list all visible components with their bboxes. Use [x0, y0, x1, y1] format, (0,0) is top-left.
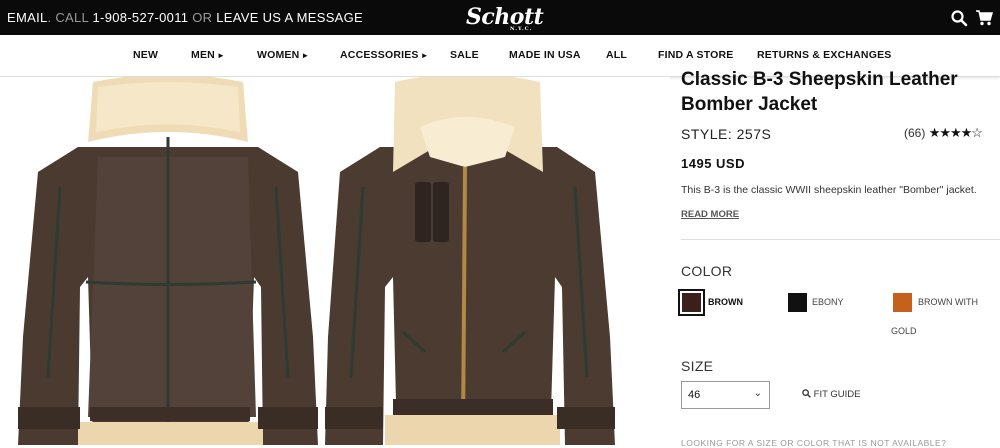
nav-item-sale[interactable]: SALE: [450, 49, 479, 61]
availability-note[interactable]: LOOKING FOR A SIZE OR COLOR THAT IS NOT …: [681, 438, 946, 448]
logo-subtext: N.Y.C.: [510, 26, 533, 32]
color-swatch-brown[interactable]: [678, 289, 705, 316]
size-select[interactable]: 46 ⌄: [681, 381, 770, 409]
product-description: This B-3 is the classic WWII sheepskin l…: [681, 184, 977, 196]
nav-item-new[interactable]: NEW: [133, 49, 158, 61]
nav-item-women[interactable]: WOMEN ►: [257, 49, 310, 61]
nav-item-returns-exchanges[interactable]: RETURNS & EXCHANGES: [757, 49, 891, 61]
product-title-line-2: Bomber Jacket: [681, 94, 818, 115]
star-rating-icon: ★★★★☆: [928, 125, 983, 140]
fit-guide-link[interactable]: FIT GUIDE: [802, 389, 860, 400]
or-text: OR: [192, 10, 213, 25]
nav-item-made-in-usa[interactable]: MADE IN USA: [509, 49, 581, 61]
color-label: COLOR: [681, 263, 733, 279]
read-more-link[interactable]: READ MORE: [681, 209, 739, 220]
phone-link[interactable]: 1-908-527-0011: [93, 10, 189, 25]
jacket-front-image[interactable]: [325, 77, 615, 445]
chevron-down-icon: ⌄: [753, 388, 762, 399]
reviews-link[interactable]: (66) ★★★★☆: [904, 125, 983, 141]
product-price: 1495 USD: [681, 156, 745, 171]
fit-guide-label: FIT GUIDE: [813, 389, 861, 400]
color-option-brown-with-gold[interactable]: BROWN WITH: [918, 288, 978, 316]
contact-separator: .: [47, 10, 52, 25]
call-label: CALL: [55, 10, 89, 25]
leave-message-link[interactable]: LEAVE US A MESSAGE: [216, 10, 363, 25]
schott-logo[interactable]: Schott N.Y.C.: [466, 4, 544, 32]
size-label: SIZE: [681, 358, 714, 374]
color-option-brown-with-gold-line2[interactable]: GOLD: [891, 317, 917, 345]
color-swatch-brown-with-gold[interactable]: [893, 293, 912, 312]
color-swatch-ebony[interactable]: [788, 293, 807, 312]
review-count: (66): [904, 126, 926, 140]
caret-right-icon: ►: [420, 51, 429, 60]
nav-item-accessories[interactable]: ACCESSORIES ►: [340, 49, 429, 61]
nav-item-men[interactable]: MEN ►: [191, 49, 225, 61]
product-title-line-1: Classic B-3 Sheepskin Leather: [681, 69, 958, 90]
product-title: Classic B-3 Sheepskin Leather Bomber Jac…: [681, 67, 981, 117]
jacket-back-image[interactable]: [18, 77, 318, 445]
search-icon[interactable]: [950, 9, 968, 27]
caret-right-icon: ►: [216, 51, 226, 60]
color-option-brown[interactable]: BROWN: [708, 288, 743, 316]
divider: [681, 239, 1000, 240]
product-style: STYLE: 257S: [681, 126, 772, 142]
caret-right-icon: ►: [301, 51, 310, 60]
size-selected-value: 46: [688, 389, 701, 401]
product-gallery: [0, 77, 670, 445]
nav-item-all[interactable]: ALL: [606, 49, 627, 61]
color-option-ebony[interactable]: EBONY: [812, 288, 844, 316]
email-link[interactable]: EMAIL: [7, 10, 48, 25]
nav-item-find-a-store[interactable]: FIND A STORE: [658, 49, 734, 61]
contact-line: EMAIL. CALL 1-908-527-0011 OR LEAVE US A…: [7, 10, 363, 25]
cart-icon[interactable]: [975, 9, 993, 27]
top-bar: EMAIL. CALL 1-908-527-0011 OR LEAVE US A…: [0, 0, 1000, 35]
search-icon: [802, 389, 811, 398]
